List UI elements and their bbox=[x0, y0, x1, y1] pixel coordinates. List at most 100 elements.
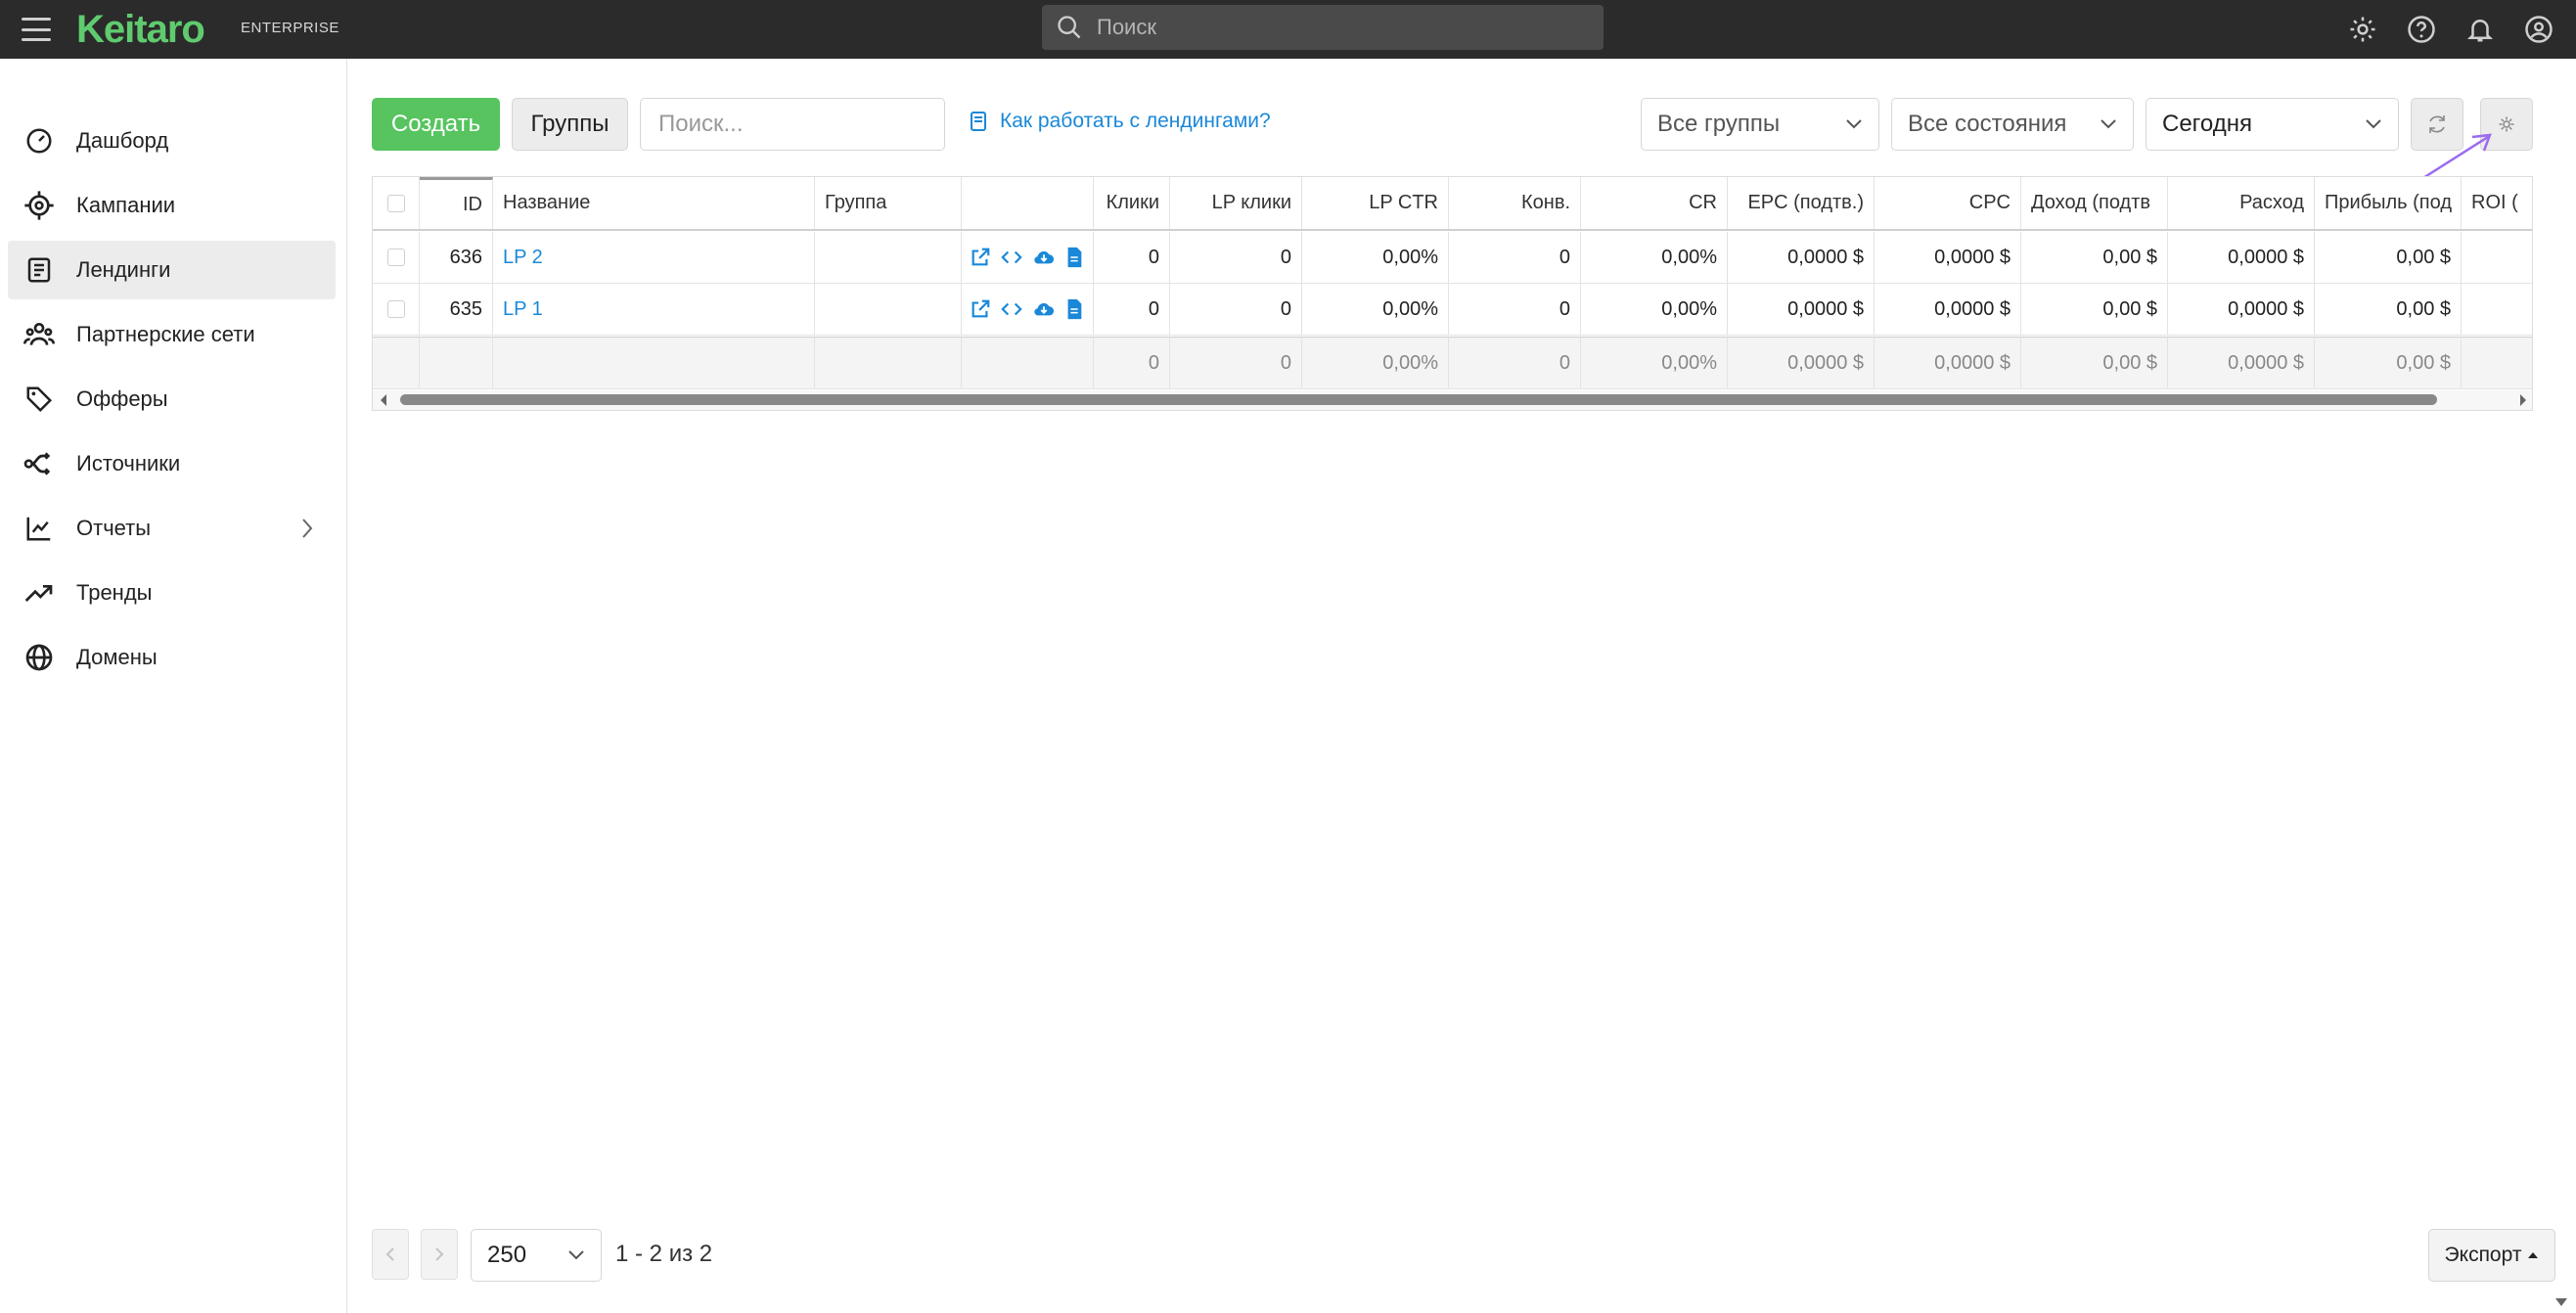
row-checkbox[interactable] bbox=[373, 284, 420, 335]
sidebar-item-label: Тренды bbox=[76, 580, 153, 605]
logo[interactable]: Keitaro bbox=[76, 8, 205, 52]
row-lp-ctr: 0,00% bbox=[1302, 232, 1449, 283]
row-roi bbox=[2462, 232, 2532, 283]
row-epc: 0,0000 $ bbox=[1728, 284, 1875, 335]
chevron-down-icon bbox=[2101, 119, 2116, 129]
col-epc[interactable]: EPC (подтв.) bbox=[1728, 177, 1875, 229]
groups-button[interactable]: Группы bbox=[512, 98, 628, 151]
open-external-icon[interactable] bbox=[970, 298, 991, 320]
sidebar-item-label: Партнерские сети bbox=[76, 322, 255, 346]
global-search-placeholder: Поиск bbox=[1097, 15, 1156, 39]
document-icon bbox=[20, 250, 59, 290]
row-cpc: 0,0000 $ bbox=[1875, 284, 2021, 335]
edition-label: ENTERPRISE bbox=[241, 20, 339, 36]
menu-icon[interactable] bbox=[20, 14, 53, 45]
sidebar-item-label: Лендинги bbox=[76, 257, 171, 282]
code-icon[interactable] bbox=[1001, 298, 1022, 320]
help-link[interactable]: Как работать с лендингами? bbox=[971, 110, 1271, 133]
table-header: ID Название Группа Клики LP клики LP CTR… bbox=[373, 177, 2532, 231]
table-row[interactable]: 635 LP 1 0 0 0,00% 0 0,00% 0,0000 $ 0,00… bbox=[373, 284, 2532, 336]
totals-cpc: 0,0000 $ bbox=[1875, 338, 2021, 388]
totals-group bbox=[815, 338, 962, 388]
file-icon[interactable] bbox=[1065, 298, 1083, 320]
sidebar-item-domains[interactable]: Домены bbox=[8, 628, 336, 687]
sidebar-item-label: Домены bbox=[76, 645, 158, 669]
row-actions bbox=[962, 232, 1094, 283]
account-icon[interactable] bbox=[2521, 12, 2556, 47]
sidebar-item-offers[interactable]: Офферы bbox=[8, 370, 336, 429]
sidebar-item-landings[interactable]: Лендинги bbox=[8, 241, 336, 299]
scroll-right-icon[interactable] bbox=[2518, 393, 2528, 407]
col-profit[interactable]: Прибыль (под bbox=[2315, 177, 2462, 229]
caret-up-icon bbox=[2528, 1252, 2539, 1258]
col-roi[interactable]: ROI ( bbox=[2462, 177, 2532, 229]
totals-cost: 0,0000 $ bbox=[2168, 338, 2315, 388]
global-search-input[interactable]: Поиск bbox=[1042, 5, 1604, 50]
sidebar-item-label: Офферы bbox=[76, 386, 168, 411]
row-cost: 0,0000 $ bbox=[2168, 232, 2315, 283]
create-button[interactable]: Создать bbox=[372, 98, 500, 151]
totals-actions bbox=[962, 338, 1094, 388]
file-icon[interactable] bbox=[1065, 247, 1083, 268]
bell-icon[interactable] bbox=[2463, 12, 2498, 47]
col-cpc[interactable]: CPC bbox=[1875, 177, 2021, 229]
sidebar-item-reports[interactable]: Отчеты bbox=[8, 499, 336, 558]
people-icon bbox=[20, 315, 59, 354]
totals-lp-clicks: 0 bbox=[1170, 338, 1302, 388]
globe-icon bbox=[20, 638, 59, 677]
row-clicks: 0 bbox=[1094, 284, 1170, 335]
sidebar-item-sources[interactable]: Источники bbox=[8, 434, 336, 493]
row-revenue: 0,00 $ bbox=[2021, 232, 2168, 283]
col-cost[interactable]: Расход bbox=[2168, 177, 2315, 229]
col-lp-clicks[interactable]: LP клики bbox=[1170, 177, 1302, 229]
landings-table: ID Название Группа Клики LP клики LP CTR… bbox=[372, 176, 2533, 411]
row-name-link[interactable]: LP 2 bbox=[493, 232, 815, 283]
select-all-checkbox[interactable] bbox=[373, 177, 420, 229]
col-revenue[interactable]: Доход (подтв bbox=[2021, 177, 2168, 229]
row-name-link[interactable]: LP 1 bbox=[493, 284, 815, 335]
row-epc: 0,0000 $ bbox=[1728, 232, 1875, 283]
col-name[interactable]: Название bbox=[493, 177, 815, 229]
sidebar-item-affiliate-networks[interactable]: Партнерские сети bbox=[8, 305, 336, 364]
sidebar-item-trends[interactable]: Тренды bbox=[8, 564, 336, 622]
gear-icon[interactable] bbox=[2345, 12, 2380, 47]
cloud-download-icon[interactable] bbox=[1032, 298, 1056, 320]
scrollbar-thumb[interactable] bbox=[400, 394, 2437, 405]
route-icon bbox=[20, 444, 59, 483]
col-group[interactable]: Группа bbox=[815, 177, 962, 229]
state-filter-select[interactable]: Все состояния bbox=[1891, 98, 2134, 151]
sidebar-item-campaigns[interactable]: Кампании bbox=[8, 176, 336, 235]
open-external-icon[interactable] bbox=[970, 247, 991, 268]
row-checkbox[interactable] bbox=[373, 232, 420, 283]
page-size-select[interactable]: 250 bbox=[471, 1229, 602, 1282]
table-row[interactable]: 636 LP 2 0 0 0,00% 0 0,00% 0,0000 $ 0,00… bbox=[373, 232, 2532, 284]
group-filter-select[interactable]: Все группы bbox=[1641, 98, 1879, 151]
pagination-info: 1 - 2 из 2 bbox=[615, 1241, 713, 1267]
row-lp-ctr: 0,00% bbox=[1302, 284, 1449, 335]
top-bar: Keitaro ENTERPRISE Поиск bbox=[0, 0, 2576, 59]
row-clicks: 0 bbox=[1094, 232, 1170, 283]
page-size-value: 250 bbox=[487, 1242, 527, 1268]
horizontal-scrollbar[interactable] bbox=[373, 390, 2532, 410]
code-icon[interactable] bbox=[1001, 247, 1022, 268]
target-icon bbox=[20, 186, 59, 225]
col-cr[interactable]: CR bbox=[1581, 177, 1728, 229]
scroll-left-icon[interactable] bbox=[379, 393, 388, 407]
cloud-download-icon[interactable] bbox=[1032, 247, 1056, 268]
totals-cr: 0,00% bbox=[1581, 338, 1728, 388]
row-revenue: 0,00 $ bbox=[2021, 284, 2168, 335]
search-input[interactable]: Поиск... bbox=[640, 98, 945, 151]
prev-page-button[interactable] bbox=[372, 1229, 409, 1280]
date-range-select[interactable]: Сегодня bbox=[2146, 98, 2399, 151]
col-clicks[interactable]: Клики bbox=[1094, 177, 1170, 229]
col-id[interactable]: ID bbox=[420, 177, 493, 229]
col-lp-ctr[interactable]: LP CTR bbox=[1302, 177, 1449, 229]
sidebar-item-dashboard[interactable]: Дашборд bbox=[8, 112, 336, 170]
page-scroll-down-icon[interactable] bbox=[2553, 1296, 2569, 1308]
tags-icon bbox=[20, 380, 59, 419]
row-conversions: 0 bbox=[1449, 284, 1581, 335]
col-conversions[interactable]: Конв. bbox=[1449, 177, 1581, 229]
export-button[interactable]: Экспорт bbox=[2428, 1229, 2555, 1282]
help-icon[interactable] bbox=[2404, 12, 2439, 47]
next-page-button[interactable] bbox=[421, 1229, 458, 1280]
